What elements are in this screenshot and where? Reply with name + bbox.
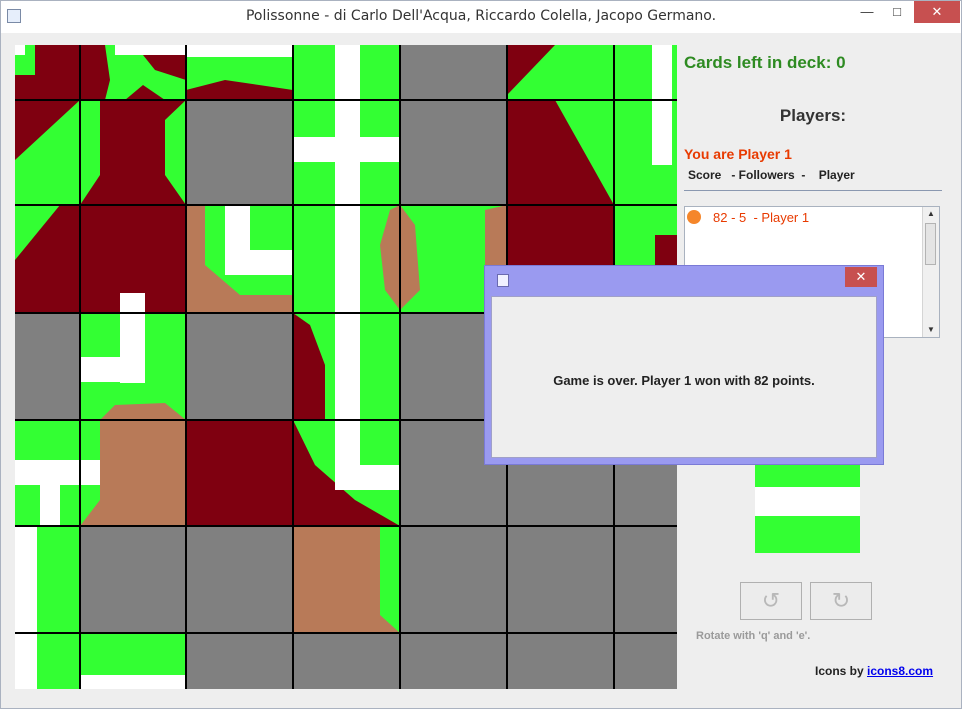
credit-prefix: Icons by bbox=[815, 664, 868, 678]
minimize-button[interactable]: — bbox=[853, 1, 881, 23]
grass-area bbox=[380, 526, 400, 633]
scroll-thumb[interactable] bbox=[925, 223, 936, 265]
road-area bbox=[225, 250, 293, 275]
game-over-dialog[interactable]: ✕ Game is over. Player 1 won with 82 poi… bbox=[484, 265, 884, 465]
rotate-ccw-icon: ↺ bbox=[761, 588, 781, 613]
icons-credit: Icons by icons8.com bbox=[815, 664, 933, 678]
scroll-up-icon[interactable]: ▲ bbox=[923, 207, 939, 221]
empty-cell[interactable] bbox=[400, 45, 507, 100]
java-dialog-icon bbox=[497, 274, 509, 287]
icons8-link[interactable]: icons8.com bbox=[867, 664, 933, 678]
empty-cell[interactable] bbox=[15, 313, 80, 420]
preview-road-area bbox=[755, 487, 860, 516]
road-area bbox=[115, 45, 186, 55]
grass-area bbox=[80, 420, 100, 465]
road-area bbox=[293, 137, 400, 162]
game-over-message: Game is over. Player 1 won with 82 point… bbox=[553, 373, 815, 388]
empty-cell[interactable] bbox=[186, 313, 293, 420]
road-area bbox=[335, 205, 360, 313]
current-player-label: You are Player 1 bbox=[684, 146, 792, 162]
road-area bbox=[15, 633, 37, 689]
road-area bbox=[15, 45, 25, 55]
road-area bbox=[80, 460, 100, 485]
road-area bbox=[15, 460, 80, 485]
rotate-right-button[interactable]: ↻ bbox=[810, 582, 872, 620]
divider bbox=[684, 190, 942, 191]
scroll-down-icon[interactable]: ▼ bbox=[923, 323, 939, 337]
main-window: Polissonne - di Carlo Dell'Acqua, Riccar… bbox=[0, 0, 962, 709]
dialog-close-button[interactable]: ✕ bbox=[845, 267, 877, 287]
road-area bbox=[80, 675, 186, 689]
empty-cell[interactable] bbox=[186, 100, 293, 205]
road-area bbox=[335, 45, 360, 205]
window-title: Polissonne - di Carlo Dell'Acqua, Riccar… bbox=[245, 8, 717, 24]
close-button[interactable]: ✕ bbox=[914, 1, 960, 23]
road-area bbox=[335, 313, 360, 420]
road-area bbox=[652, 45, 672, 165]
road-area bbox=[80, 357, 145, 382]
road-area bbox=[15, 526, 37, 633]
player-list-scrollbar[interactable]: ▲ ▼ bbox=[922, 207, 939, 337]
rotate-cw-icon: ↻ bbox=[831, 588, 851, 613]
empty-cell[interactable] bbox=[186, 526, 293, 633]
players-heading: Players: bbox=[779, 106, 847, 125]
title-bar[interactable]: Polissonne - di Carlo Dell'Acqua, Riccar… bbox=[1, 1, 961, 33]
deck-counter: Cards left in deck: 0 bbox=[684, 53, 846, 72]
grass-area bbox=[40, 526, 60, 633]
player-list-headers: Score - Followers - Player bbox=[688, 168, 855, 182]
empty-cell[interactable] bbox=[400, 100, 507, 205]
player-color-icon bbox=[687, 210, 701, 224]
empty-cell[interactable] bbox=[80, 526, 186, 633]
rotate-hint: Rotate with 'q' and 'e'. bbox=[696, 630, 811, 642]
city-tile[interactable] bbox=[186, 420, 293, 526]
dialog-body: Game is over. Player 1 won with 82 point… bbox=[491, 296, 877, 458]
maximize-button[interactable]: □ bbox=[883, 1, 911, 23]
rotate-left-button[interactable]: ↺ bbox=[740, 582, 802, 620]
road-area bbox=[335, 465, 400, 490]
player-row[interactable]: 82 - 5 - Player 1 bbox=[713, 210, 809, 225]
road-area bbox=[40, 485, 60, 526]
